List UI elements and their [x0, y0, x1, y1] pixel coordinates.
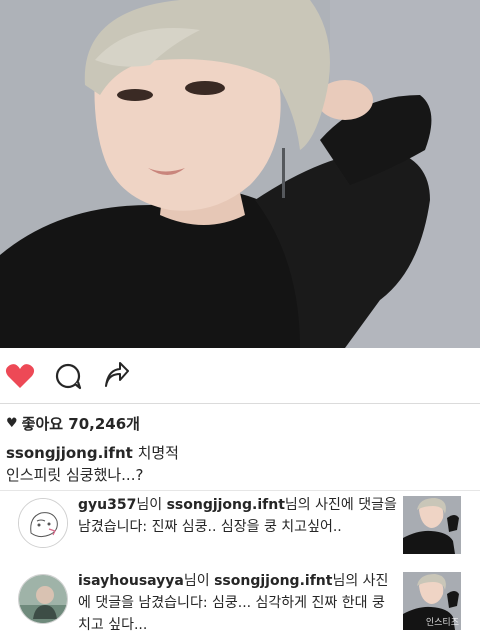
post-action-bar: [0, 348, 480, 404]
likes-count[interactable]: ♥ 좋아요 70,246개: [6, 413, 140, 434]
notification-connector: 님이: [136, 497, 167, 513]
post-caption: ssongjjong.ifnt 치명적 인스피릿 심쿵했나...?: [6, 442, 474, 486]
small-heart-icon: ♥: [6, 416, 18, 431]
divider: [0, 490, 480, 491]
post-thumbnail[interactable]: 인스티즈: [403, 572, 461, 630]
share-icon[interactable]: [100, 360, 132, 392]
likes-label: 좋아요 70,246개: [21, 415, 140, 433]
commenter-username[interactable]: isayhousayya: [78, 573, 184, 589]
caption-text: 치명적: [132, 444, 179, 462]
notification-item[interactable]: gyu357님이 ssongjjong.ifnt님의 사진에 댓글을 남겼습니다…: [0, 492, 480, 562]
notification-text: isayhousayya님이 ssongjjong.ifnt님의 사진에 댓글을…: [78, 570, 398, 636]
avatar[interactable]: [18, 498, 68, 548]
watermark: 인스티즈: [425, 618, 459, 628]
owner-username[interactable]: ssongjjong.ifnt: [167, 497, 285, 513]
caption-text-line2: 인스피릿 심쿵했나...?: [6, 466, 144, 484]
post-photo[interactable]: [0, 0, 480, 348]
heart-icon[interactable]: [4, 360, 36, 392]
notification-text: gyu357님이 ssongjjong.ifnt님의 사진에 댓글을 남겼습니다…: [78, 494, 398, 538]
post-photo-illustration: [0, 0, 480, 348]
post-thumbnail[interactable]: [403, 496, 461, 554]
owner-username[interactable]: ssongjjong.ifnt: [214, 573, 332, 589]
notification-item[interactable]: isayhousayya님이 ssongjjong.ifnt님의 사진에 댓글을…: [0, 568, 480, 638]
comment-icon[interactable]: [52, 360, 84, 392]
notification-connector: 님이: [183, 573, 215, 589]
caption-username[interactable]: ssongjjong.ifnt: [6, 444, 133, 462]
avatar[interactable]: [18, 574, 68, 624]
commenter-username[interactable]: gyu357: [78, 497, 136, 513]
